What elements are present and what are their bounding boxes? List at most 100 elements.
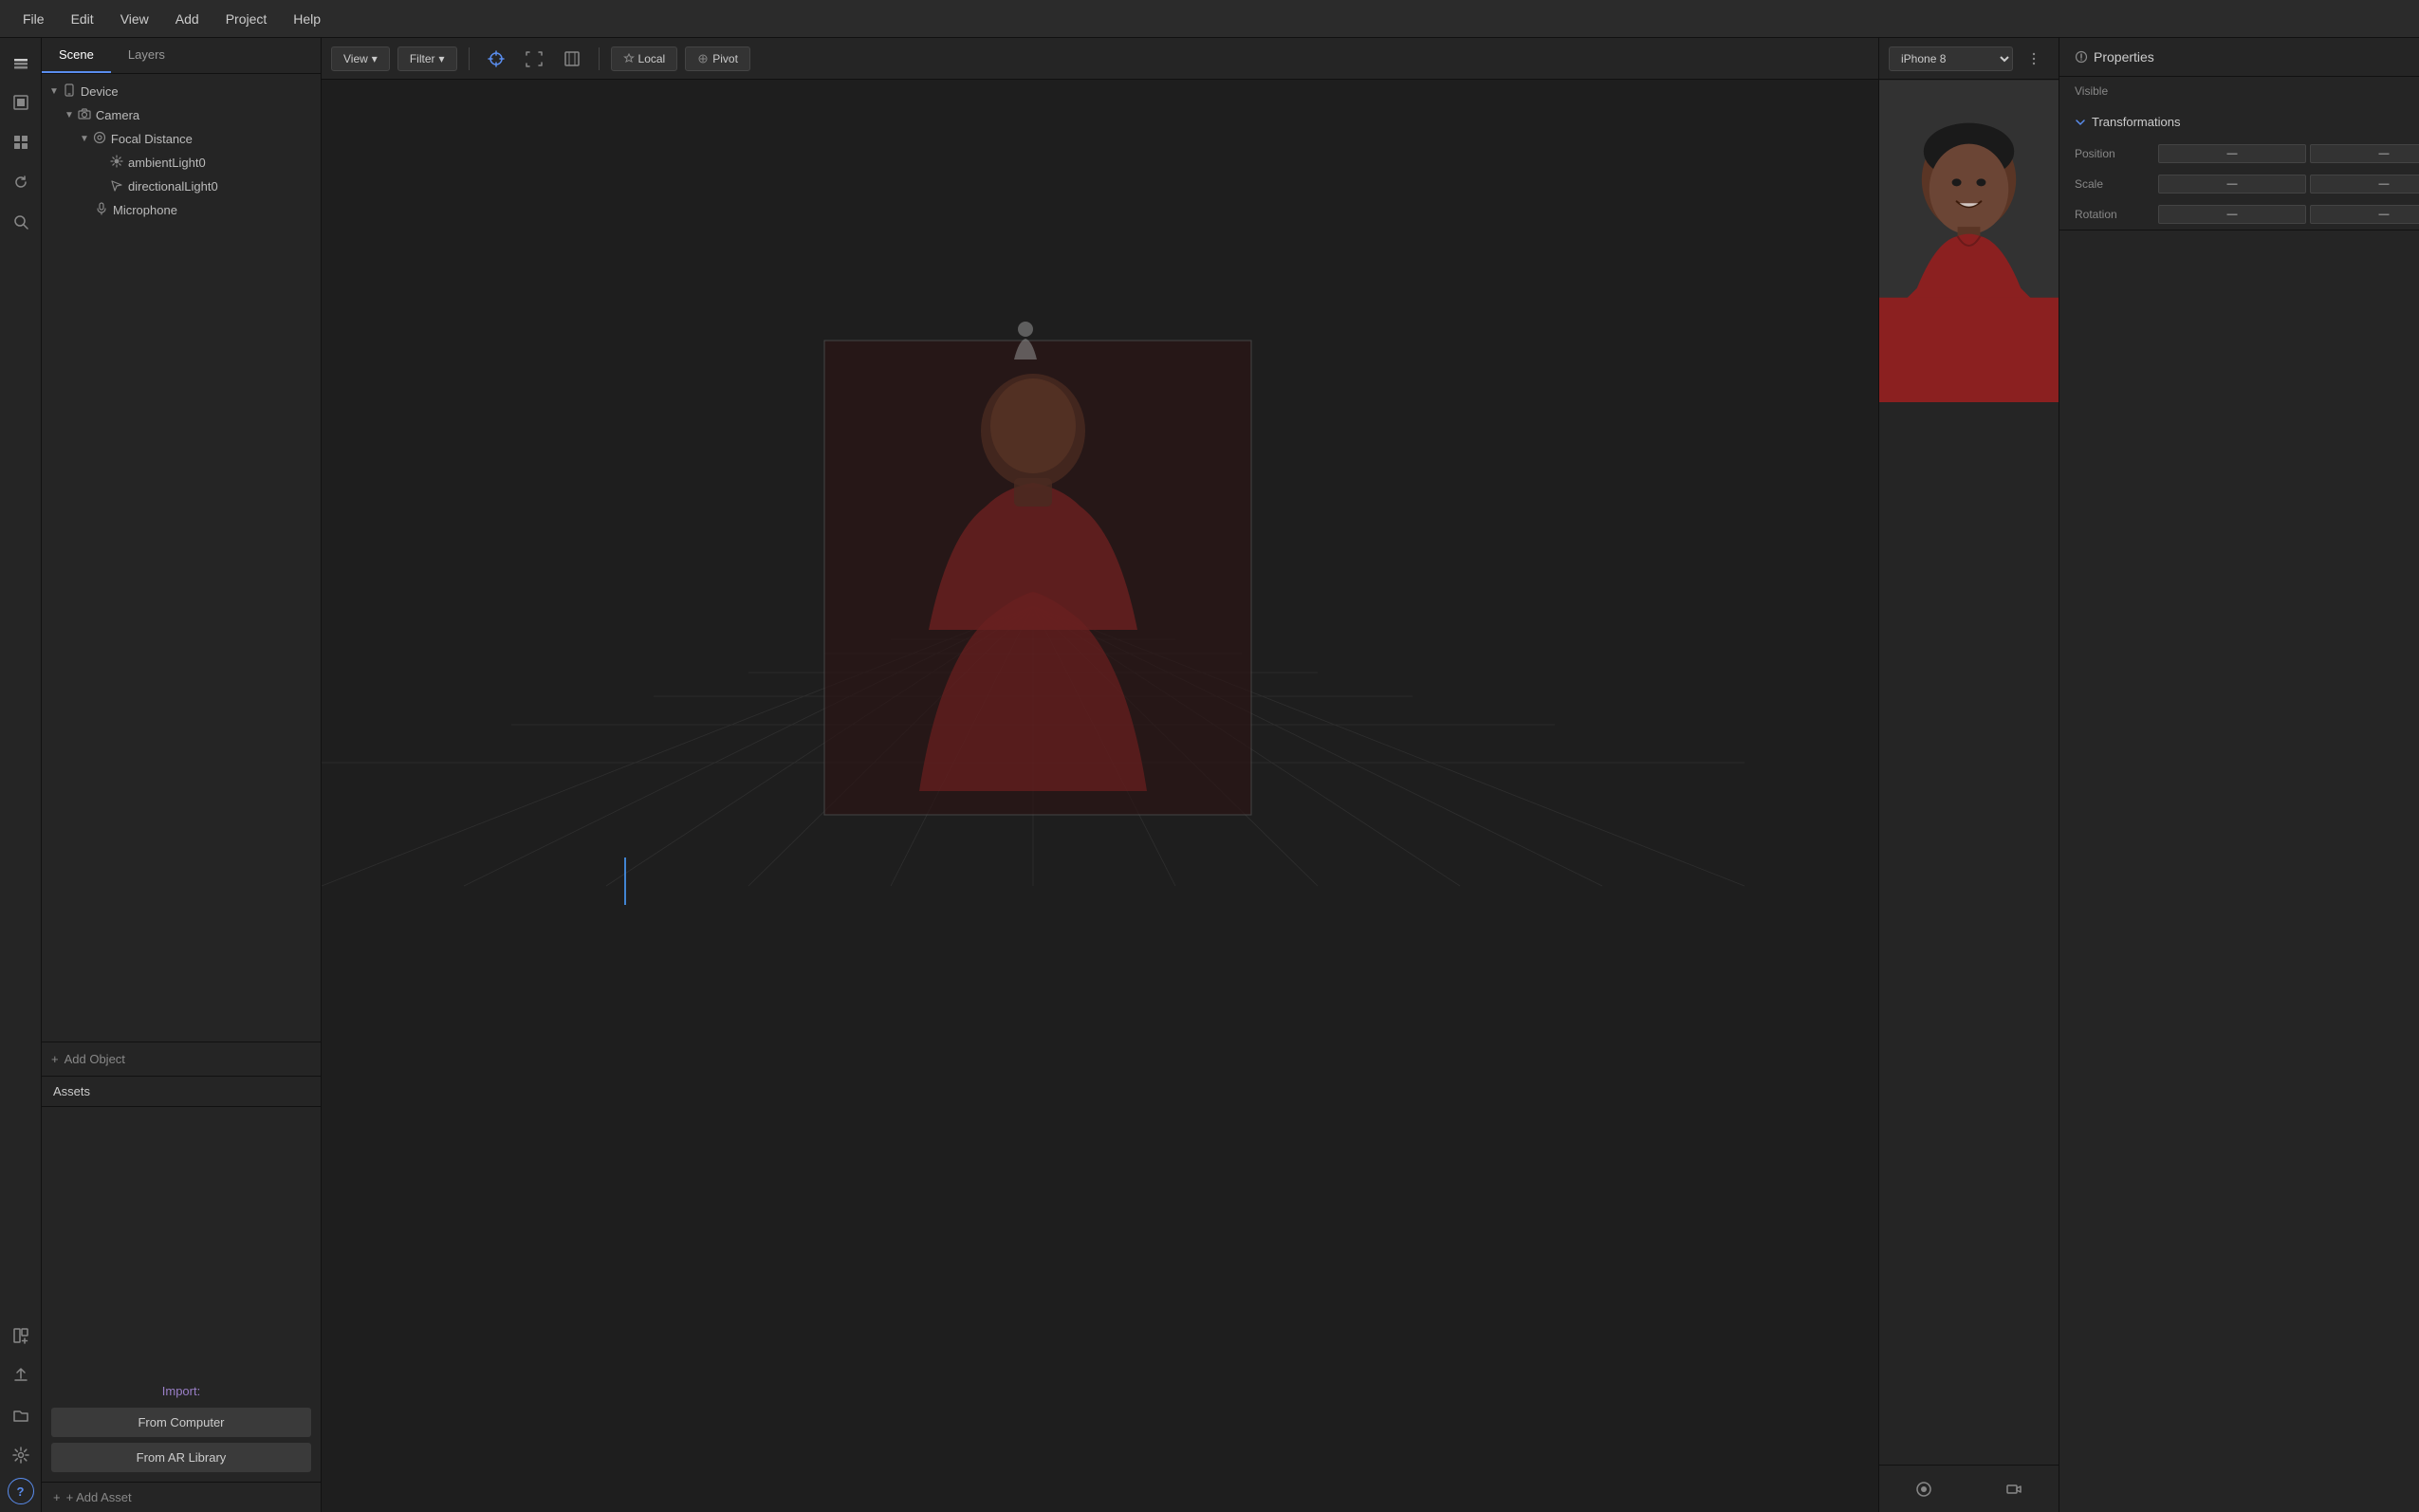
visible-label: Visible	[2075, 84, 2108, 98]
transformations-header[interactable]: Transformations	[2059, 105, 2419, 138]
device-controls	[1879, 1465, 2059, 1512]
tree-label-ambient: ambientLight0	[128, 156, 206, 170]
menu-view[interactable]: View	[107, 8, 162, 30]
crosshair-icon-btn[interactable]	[481, 44, 511, 74]
rotation-values	[2158, 205, 2419, 224]
toolbar-separator-2	[599, 47, 600, 70]
rotation-x[interactable]	[2158, 205, 2306, 224]
device-header: iPhone 8 iPhone X iPhone 11	[1879, 38, 2059, 80]
rotation-y[interactable]	[2310, 205, 2419, 224]
tab-scene[interactable]: Scene	[42, 38, 111, 73]
tree-arrow-focal[interactable]: ▼	[80, 134, 89, 144]
pivot-button[interactable]: Pivot	[685, 46, 750, 71]
menu-help[interactable]: Help	[280, 8, 334, 30]
tree-item-device[interactable]: ▼ Device	[42, 80, 321, 103]
transformations-label: Transformations	[2092, 115, 2180, 129]
view-label: View	[343, 52, 368, 65]
directional-light-icon	[110, 178, 123, 194]
layers-icon-btn[interactable]	[4, 46, 38, 80]
tree-label-focal: Focal Distance	[111, 132, 193, 146]
properties-panel: Properties Visible Transformations Posit…	[2059, 38, 2419, 1512]
tree-item-camera[interactable]: ▼ Camera	[42, 103, 321, 127]
view-button[interactable]: View ▾	[331, 46, 390, 71]
plugin-icon-btn[interactable]	[4, 1438, 38, 1472]
position-row: Position	[2059, 138, 2419, 169]
local-button[interactable]: Local	[611, 46, 678, 71]
refresh-icon-btn[interactable]	[4, 165, 38, 199]
tree-item-directional[interactable]: directionalLight0	[42, 175, 321, 198]
menu-file[interactable]: File	[9, 8, 58, 30]
menu-add[interactable]: Add	[162, 8, 212, 30]
local-label: Local	[638, 52, 666, 65]
blocks-icon-btn[interactable]	[4, 125, 38, 159]
assets-title: Assets	[53, 1084, 90, 1098]
toolbar-separator-1	[469, 47, 470, 70]
menu-edit[interactable]: Edit	[58, 8, 107, 30]
scene-tree: ▼ Device ▼ Camera ▼	[42, 74, 321, 1042]
assets-header: Assets	[42, 1077, 321, 1107]
tree-label-microphone: Microphone	[113, 203, 177, 217]
add-object-button[interactable]: + Add Object	[42, 1042, 321, 1076]
add-panel-icon-btn[interactable]	[4, 1318, 38, 1353]
viewport-toolbar: View ▾ Filter ▾	[322, 38, 1878, 80]
menu-project[interactable]: Project	[212, 8, 281, 30]
tab-layers[interactable]: Layers	[111, 38, 182, 73]
device-preview-image	[1879, 80, 2059, 402]
viewport: View ▾ Filter ▾	[322, 38, 1878, 1512]
tree-label-device: Device	[81, 84, 119, 99]
camera-icon	[78, 107, 91, 123]
frame-icon-btn[interactable]	[519, 44, 549, 74]
visible-row: Visible	[2059, 77, 2419, 105]
scale-row: Scale	[2059, 169, 2419, 199]
search-icon-btn[interactable]	[4, 205, 38, 239]
device-selector[interactable]: iPhone 8 iPhone X iPhone 11	[1889, 46, 2013, 71]
record-icon-btn[interactable]	[1997, 1472, 2031, 1506]
device-panel: iPhone 8 iPhone X iPhone 11	[1878, 38, 2059, 1512]
main-layout: ? Scene Layers ▼ Device ▼	[0, 38, 2419, 1512]
share-icon-btn[interactable]	[4, 1358, 38, 1392]
transformations-section: Transformations Position Scale R	[2059, 105, 2419, 230]
tree-item-ambient[interactable]: ambientLight0	[42, 151, 321, 175]
add-object-label: Add Object	[65, 1052, 125, 1066]
scene-tabs: Scene Layers	[42, 38, 321, 74]
tree-label-directional: directionalLight0	[128, 179, 218, 194]
scale-x[interactable]	[2158, 175, 2306, 194]
scene-icon-btn[interactable]	[4, 85, 38, 120]
tree-arrow-device[interactable]: ▼	[49, 86, 59, 97]
filter-chevron-icon: ▾	[439, 52, 445, 65]
ambient-light-icon	[110, 155, 123, 171]
rotation-row: Rotation	[2059, 199, 2419, 230]
scale-y[interactable]	[2310, 175, 2419, 194]
scale-label: Scale	[2075, 177, 2151, 191]
add-object-plus: +	[51, 1052, 59, 1066]
tree-arrow-camera[interactable]: ▼	[65, 110, 74, 120]
from-ar-library-button[interactable]: From AR Library	[51, 1443, 311, 1472]
expand-icon-btn[interactable]	[557, 44, 587, 74]
add-asset-button[interactable]: + + Add Asset	[42, 1482, 321, 1512]
tree-item-microphone[interactable]: Microphone	[42, 198, 321, 222]
from-computer-button[interactable]: From Computer	[51, 1408, 311, 1437]
assets-panel: Assets Import: From Computer From AR Lib…	[42, 1076, 321, 1512]
filter-button[interactable]: Filter ▾	[397, 46, 457, 71]
add-asset-label: + Add Asset	[66, 1490, 132, 1504]
scene-panel: Scene Layers ▼ Device ▼ Camera	[42, 38, 322, 1512]
icon-bar: ?	[0, 38, 42, 1512]
device-icon	[63, 83, 76, 100]
position-label: Position	[2075, 147, 2151, 160]
tree-item-focal[interactable]: ▼ Focal Distance	[42, 127, 321, 151]
camera-capture-icon-btn[interactable]	[1907, 1472, 1941, 1506]
microphone-icon	[95, 202, 108, 218]
assets-content: Import: From Computer From AR Library	[42, 1107, 321, 1482]
help-icon-btn[interactable]: ?	[8, 1478, 34, 1504]
position-x[interactable]	[2158, 144, 2306, 163]
viewport-canvas[interactable]	[322, 80, 1878, 1512]
scene-svg	[322, 80, 1878, 1512]
add-asset-plus: +	[53, 1490, 61, 1504]
position-y[interactable]	[2310, 144, 2419, 163]
folder-icon-btn[interactable]	[4, 1398, 38, 1432]
device-menu-icon-btn[interactable]	[2019, 44, 2049, 74]
properties-title: Properties	[2094, 49, 2154, 65]
menu-bar: File Edit View Add Project Help	[0, 0, 2419, 38]
focal-icon	[93, 131, 106, 147]
view-chevron-icon: ▾	[372, 52, 378, 65]
